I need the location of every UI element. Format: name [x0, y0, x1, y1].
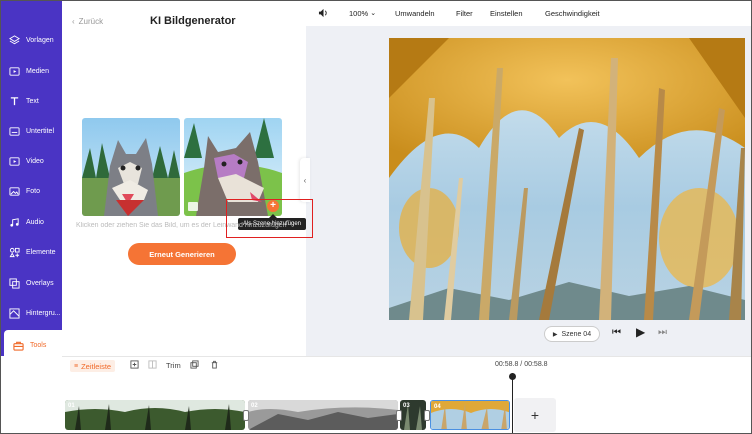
back-label: Zurück: [78, 17, 104, 26]
photo-icon: [8, 185, 20, 197]
clip-number: 01: [68, 403, 75, 409]
preview-toolbar: 100% ⌄ Umwandeln Filter Einstellen Gesch…: [306, 0, 752, 26]
timeline-toolbar: ≡ Zeitleiste Trim 00:58.8 / 00:58.8: [62, 356, 752, 374]
split-icon[interactable]: [148, 360, 157, 371]
timeline-toggle[interactable]: ≡ Zeitleiste: [70, 360, 116, 372]
sidebar-item-audio[interactable]: Audio: [0, 207, 62, 237]
back-button[interactable]: ‹ Zurück: [72, 17, 103, 26]
timeline-clip-01[interactable]: 01: [65, 400, 245, 430]
highlight-box: [226, 199, 313, 238]
sidebar-item-foto[interactable]: Foto: [0, 176, 62, 206]
page-title: KI Bildgenerator: [150, 15, 236, 27]
sidebar-item-label: Vorlagen: [26, 36, 54, 44]
generated-image-1[interactable]: [82, 118, 180, 216]
subtitle-icon: [8, 125, 20, 137]
sidebar-item-label: Video: [26, 157, 44, 165]
play-small-icon: ▶: [552, 331, 558, 338]
sidebar-item-untertitel[interactable]: Untertitel: [0, 116, 62, 146]
clip-number: 04: [434, 404, 441, 410]
timeline-clip-03[interactable]: 03: [400, 400, 426, 430]
chevron-left-icon: ‹: [303, 175, 307, 185]
ai-image-generator-panel: ‹ Zurück KI Bildgenerator + Als Szene hi…: [62, 0, 306, 356]
collapse-panel-button[interactable]: ‹: [300, 158, 310, 202]
timeline-left-gutter: [0, 356, 62, 434]
overlays-icon: [8, 277, 20, 289]
sidebar-item-elemente[interactable]: Elemente: [0, 237, 62, 267]
image-edit-icon[interactable]: [188, 202, 198, 211]
trim-button[interactable]: Trim: [166, 361, 181, 370]
zoom-value: 100%: [349, 8, 369, 18]
sidebar-item-label: Audio: [26, 218, 44, 226]
text-icon: [8, 95, 20, 107]
duplicate-icon[interactable]: [190, 360, 199, 371]
sidebar-item-hintergrund[interactable]: Hintergru...: [0, 298, 62, 328]
convert-button[interactable]: Umwandeln: [395, 0, 435, 26]
add-clip-button[interactable]: +: [514, 398, 556, 432]
clip-transition-handle[interactable]: [243, 410, 249, 421]
sidebar-item-vorlagen[interactable]: Vorlagen: [0, 25, 62, 55]
layers-icon: [8, 34, 20, 46]
filter-button[interactable]: Filter: [456, 0, 473, 26]
sidebar-item-medien[interactable]: Medien: [0, 56, 62, 86]
media-icon: [8, 65, 20, 77]
regenerate-button[interactable]: Erneut Generieren: [128, 243, 236, 265]
sidebar-item-label: Medien: [26, 67, 49, 75]
play-icon[interactable]: ▶: [636, 325, 645, 339]
sidebar-item-text[interactable]: Text: [0, 86, 62, 116]
sidebar: Vorlagen Medien Text Untertitel Video Fo…: [0, 0, 62, 360]
settings-button[interactable]: Einstellen: [490, 0, 523, 26]
timecode: 00:58.8 / 00:58.8: [495, 361, 548, 368]
sidebar-item-label: Untertitel: [26, 127, 55, 135]
chevron-left-icon: ‹: [72, 17, 75, 26]
clip-transition-handle[interactable]: [424, 410, 430, 421]
skip-forward-icon[interactable]: ⏭: [658, 327, 667, 338]
clip-number: 03: [403, 403, 410, 409]
sidebar-item-label: Foto: [26, 187, 41, 195]
volume-icon[interactable]: [318, 0, 329, 26]
elements-icon: [8, 246, 20, 258]
clip-transition-handle[interactable]: [396, 410, 402, 421]
video-icon: [8, 155, 20, 167]
chevron-down-icon: ⌄: [370, 10, 377, 17]
add-media-icon[interactable]: [130, 360, 139, 371]
sidebar-item-overlays[interactable]: Overlays: [0, 268, 62, 298]
scene-selector-button[interactable]: ▶ Szene 04: [544, 326, 600, 342]
toolbox-icon: [12, 339, 24, 351]
audio-icon: [8, 216, 20, 228]
playhead[interactable]: [509, 373, 516, 434]
video-canvas[interactable]: [389, 38, 745, 320]
background-icon: [8, 307, 20, 319]
timeline-icon: ≡: [74, 362, 79, 370]
sidebar-item-label: Text: [26, 97, 39, 105]
sidebar-item-label: Elemente: [26, 248, 56, 256]
timeline-clip-04[interactable]: 04: [430, 400, 510, 430]
scene-label: Szene 04: [561, 330, 592, 338]
speed-button[interactable]: Geschwindigkeit: [545, 0, 600, 26]
delete-icon[interactable]: [210, 360, 219, 371]
skip-back-icon[interactable]: ⏮: [612, 327, 621, 338]
sidebar-item-label: Overlays: [26, 279, 54, 287]
timeline-clip-02[interactable]: 02: [248, 400, 398, 430]
timeline-label: Zeitleiste: [81, 361, 112, 371]
zoom-select[interactable]: 100% ⌄: [349, 0, 376, 26]
sidebar-item-label: Tools: [30, 341, 47, 349]
sidebar-item-video[interactable]: Video: [0, 146, 62, 176]
sidebar-item-label: Hintergru...: [26, 309, 61, 317]
clip-number: 02: [251, 403, 258, 409]
